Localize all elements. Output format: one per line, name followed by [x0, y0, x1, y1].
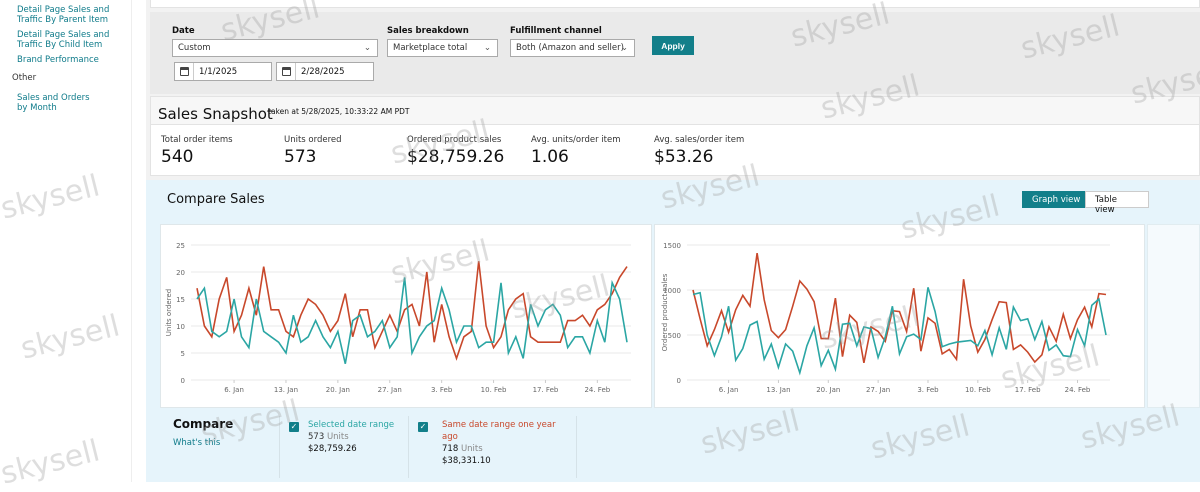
- compare-footer-title: Compare: [173, 417, 234, 431]
- graph-view-tab[interactable]: Graph view: [1022, 191, 1091, 208]
- x-tick-label: 6. Jan: [224, 386, 244, 394]
- selected-units: 573: [308, 432, 325, 442]
- metric-label: Units ordered: [284, 135, 342, 145]
- date-select[interactable]: Custom ⌄: [172, 39, 378, 57]
- series-line-selected: [196, 277, 628, 364]
- main-content: Date Custom ⌄ 1/1/2025 2/28/2025 Sales br…: [146, 0, 1200, 482]
- sidebar-item-parent-item[interactable]: Detail Page Sales and Traffic By Parent …: [0, 5, 110, 25]
- sidebar-item-child-item[interactable]: Detail Page Sales and Traffic By Child I…: [0, 30, 110, 50]
- channel-label: Fulfillment channel: [510, 26, 602, 36]
- metric-value: 573: [284, 147, 317, 167]
- snapshot-header: Sales Snapshot taken at 5/28/2025, 10:33…: [151, 97, 1199, 125]
- date-value: Custom: [178, 43, 211, 53]
- y-tick-label: 1500: [663, 242, 681, 250]
- x-tick-label: 17. Feb: [1015, 386, 1041, 394]
- breakdown-label: Sales breakdown: [387, 26, 469, 36]
- x-tick-label: 17. Feb: [533, 386, 559, 394]
- breakdown-value: Marketplace total: [393, 43, 468, 53]
- start-date-value: 1/1/2025: [199, 67, 238, 77]
- metric-label: Ordered product sales: [407, 135, 502, 145]
- x-tick-label: 27. Jan: [866, 386, 890, 394]
- last-year-label: Same date range one year ago: [442, 420, 556, 442]
- filter-bar: Date Custom ⌄ 1/1/2025 2/28/2025 Sales br…: [150, 12, 1200, 94]
- sales-snapshot: Sales Snapshot taken at 5/28/2025, 10:33…: [150, 96, 1200, 176]
- breakdown-select[interactable]: Marketplace total ⌄: [387, 39, 498, 57]
- chevron-down-icon: ⌄: [483, 43, 491, 53]
- y-tick-label: 15: [176, 296, 185, 304]
- y-tick-label: 25: [176, 242, 185, 250]
- series-line-last-year: [692, 252, 1107, 364]
- channel-select[interactable]: Both (Amazon and seller) ⌄: [510, 39, 635, 57]
- chevron-down-icon: ⌄: [363, 43, 371, 53]
- x-tick-label: 24. Feb: [1065, 386, 1091, 394]
- metric-total-order-items: Total order items 540: [161, 135, 233, 167]
- series-line-selected: [692, 287, 1107, 376]
- y-tick-label: 0: [181, 377, 185, 385]
- date-label: Date: [172, 26, 195, 36]
- metric-units-ordered: Units ordered 573: [284, 135, 342, 167]
- y-tick-label: 0: [677, 377, 681, 385]
- calendar-icon: [282, 67, 291, 76]
- x-tick-label: 6. Jan: [719, 386, 739, 394]
- metric-ordered-product-sales: Ordered product sales $28,759.26: [407, 135, 504, 167]
- partial-chart: [1147, 224, 1200, 408]
- selected-sales: $28,759.26: [308, 444, 357, 454]
- selected-range-checkbox[interactable]: ✓: [289, 422, 299, 432]
- metric-avg-units: Avg. units/order item 1.06: [531, 135, 620, 167]
- series-line-last-year: [196, 261, 628, 361]
- metric-value: 1.06: [531, 147, 569, 167]
- y-tick-label: 5: [181, 350, 185, 358]
- x-tick-label: 10. Feb: [965, 386, 991, 394]
- x-tick-label: 27. Jan: [378, 386, 402, 394]
- y-tick-label: 10: [176, 323, 185, 331]
- sales-chart: 0 500 1000 1500 6. Jan 13. Jan 20. Jan 27. Jan 3…: [654, 224, 1145, 408]
- end-date-value: 2/28/2025: [301, 67, 345, 77]
- x-tick-label: 13. Jan: [766, 386, 790, 394]
- x-tick-label: 20. Jan: [326, 386, 350, 394]
- last-year-units: 718: [442, 444, 459, 454]
- x-tick-label: 20. Jan: [816, 386, 840, 394]
- sidebar-item-brand-performance[interactable]: Brand Performance: [0, 55, 131, 65]
- calendar-icon: [180, 67, 189, 76]
- metric-label: Avg. sales/order item: [654, 135, 745, 145]
- x-tick-label: 3. Feb: [917, 386, 939, 394]
- metric-value: 540: [161, 147, 194, 167]
- whats-this-link[interactable]: What's this: [173, 438, 220, 448]
- sidebar: Detail Page Sales and Traffic By Parent …: [0, 0, 132, 482]
- y-tick-label: 500: [668, 332, 681, 340]
- x-tick-label: 10. Feb: [481, 386, 507, 394]
- top-panel: [150, 0, 1200, 8]
- x-tick-label: 3. Feb: [431, 386, 453, 394]
- metric-value: $28,759.26: [407, 147, 505, 167]
- end-date-input[interactable]: 2/28/2025: [276, 62, 374, 81]
- units-suffix: Units: [326, 432, 349, 442]
- sidebar-item-sales-orders-month[interactable]: Sales and Orders by Month: [0, 93, 100, 113]
- compare-title: Compare Sales: [167, 192, 265, 207]
- snapshot-timestamp: taken at 5/28/2025, 10:33:22 AM PDT: [268, 107, 410, 116]
- sidebar-group-other: Other: [12, 73, 37, 83]
- y-axis-label: Ordered product sales: [661, 273, 669, 351]
- apply-button[interactable]: Apply: [652, 36, 694, 55]
- metric-value: $53.26: [654, 147, 714, 167]
- y-tick-label: 20: [176, 269, 185, 277]
- metric-label: Total order items: [161, 135, 233, 145]
- channel-value: Both (Amazon and seller): [516, 43, 624, 53]
- x-tick-label: 13. Jan: [274, 386, 298, 394]
- chevron-down-icon: ⌄: [620, 43, 628, 53]
- snapshot-title: Sales Snapshot: [158, 105, 273, 123]
- x-tick-label: 24. Feb: [584, 386, 610, 394]
- metric-label: Avg. units/order item: [531, 135, 621, 145]
- last-year-checkbox[interactable]: ✓: [418, 422, 428, 432]
- last-year-sales: $38,331.10: [442, 456, 491, 466]
- compare-sales-panel: Compare Sales Graph view Table view 0 5 10…: [146, 180, 1200, 482]
- start-date-input[interactable]: 1/1/2025: [174, 62, 272, 81]
- y-axis-label: Units ordered: [165, 289, 173, 336]
- selected-range-label: Selected date range: [308, 420, 395, 430]
- units-chart: 0 5 10 15 20 25 6. Jan 13. Jan 20. Jan 27. Jan 3. …: [160, 224, 652, 408]
- metric-avg-sales: Avg. sales/order item $53.26: [654, 135, 744, 167]
- table-view-tab[interactable]: Table view: [1085, 191, 1149, 215]
- units-suffix: Units: [460, 444, 483, 454]
